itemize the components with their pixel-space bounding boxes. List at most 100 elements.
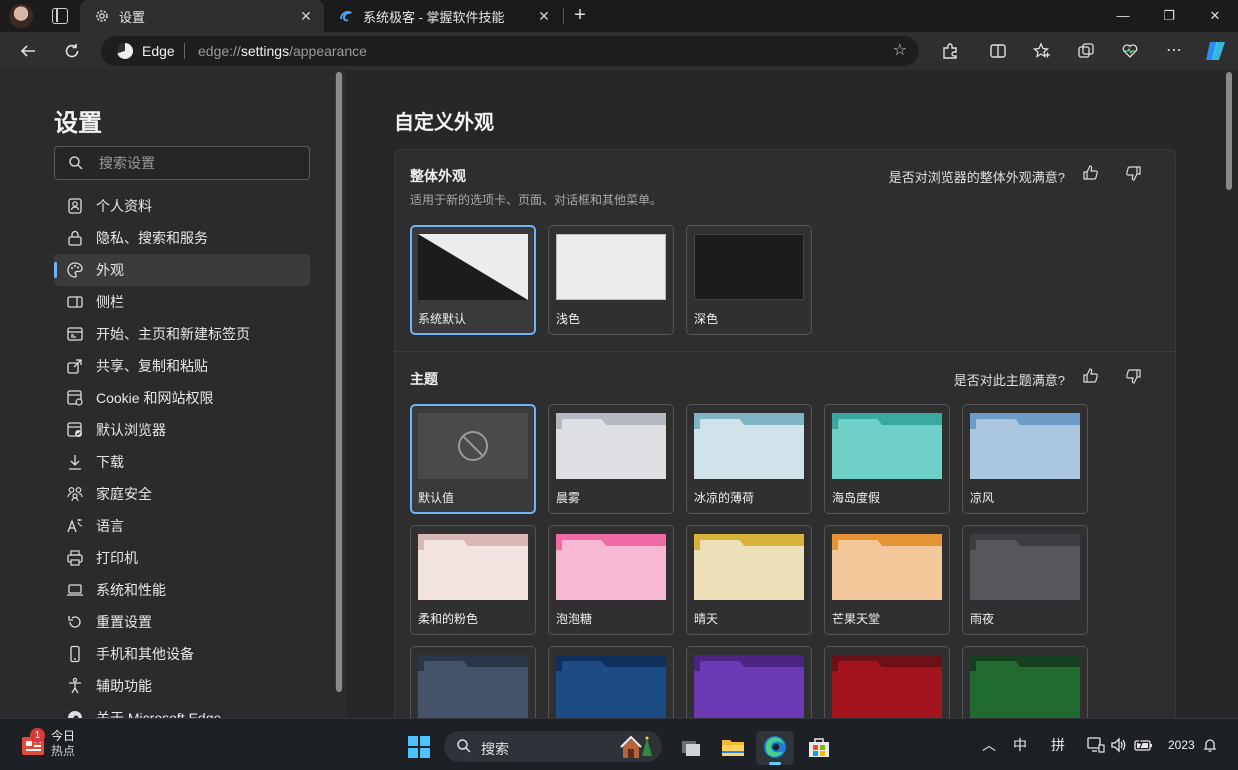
thumbs-up-icon[interactable] <box>1081 163 1101 183</box>
collections-button[interactable] <box>1071 36 1101 66</box>
edge-taskbar-button[interactable] <box>756 731 794 765</box>
site-favicon-icon <box>340 10 352 22</box>
sidebar-item-accessibility[interactable]: 辅助功能 <box>54 670 310 702</box>
sidebar-item-lock[interactable]: 隐私、搜索和服务 <box>54 222 310 254</box>
search-highlight-icon <box>620 735 652 758</box>
theme-option[interactable]: 芒果天堂 <box>824 525 950 635</box>
display-icon[interactable] <box>1087 737 1105 753</box>
back-button[interactable] <box>13 36 43 66</box>
sidebar-item-language[interactable]: 语言 <box>54 510 310 542</box>
more-menu-button[interactable]: ⋯ <box>1159 36 1189 66</box>
sidebar-item-family[interactable]: 家庭安全 <box>54 478 310 510</box>
appearance-option-system[interactable]: 系统默认 <box>410 225 536 335</box>
sidebar-item-browser[interactable]: 默认浏览器 <box>54 414 310 446</box>
sidebar-item-palette[interactable]: 外观 <box>54 254 310 286</box>
theme-option[interactable]: 海岛度假 <box>824 404 950 514</box>
sidebar-item-home[interactable]: 开始、主页和新建标签页 <box>54 318 310 350</box>
site-name: Edge <box>142 43 175 59</box>
theme-option[interactable] <box>410 646 536 718</box>
sidebar-scrollbar[interactable] <box>335 72 343 692</box>
copilot-button[interactable] <box>1201 36 1231 66</box>
theme-option-label: 雨夜 <box>970 612 995 626</box>
theme-option-label: 柔和的粉色 <box>418 612 479 626</box>
sidebar-item-label: 开始、主页和新建标签页 <box>96 326 250 342</box>
heart-pulse-icon <box>1122 44 1138 58</box>
sidebar-item-printer[interactable]: 打印机 <box>54 542 310 574</box>
sidebar-item-download[interactable]: 下载 <box>54 446 310 478</box>
favorite-star-icon[interactable]: ☆ <box>893 40 907 60</box>
theme-option[interactable] <box>548 646 674 718</box>
chevron-up-icon[interactable]: ︿ <box>982 735 996 755</box>
volume-icon[interactable] <box>1110 737 1128 753</box>
new-tab-button[interactable]: + <box>570 4 590 28</box>
ime-mode[interactable]: 中 <box>1013 735 1027 755</box>
close-window-button[interactable]: ✕ <box>1192 0 1238 32</box>
sidebar-item-label: 下载 <box>96 454 124 470</box>
theme-option-label: 泡泡糖 <box>556 612 593 626</box>
sidebar-item-edge[interactable]: 关于 Microsoft Edge <box>54 702 310 718</box>
tab-site[interactable]: 系统极客 - 掌握软件技能 ✕ <box>324 0 562 32</box>
refresh-button[interactable] <box>57 36 87 66</box>
tab-actions-icon[interactable] <box>52 8 68 24</box>
ime-input[interactable]: 拼 <box>1051 735 1065 755</box>
site-permissions-icon <box>67 390 83 406</box>
sidebar-item-label: 家庭安全 <box>96 486 152 502</box>
theme-option[interactable] <box>824 646 950 718</box>
appearance-option-dark[interactable]: 深色 <box>686 225 812 335</box>
sidebar-item-profile[interactable]: 个人资料 <box>54 190 310 222</box>
thumbs-up-icon[interactable] <box>1081 366 1101 386</box>
battery-icon[interactable] <box>1134 737 1154 753</box>
search-input[interactable] <box>99 152 299 174</box>
page-scrollbar[interactable] <box>1226 70 1234 718</box>
favorites-button[interactable] <box>1027 36 1057 66</box>
appearance-option-light[interactable]: 浅色 <box>548 225 674 335</box>
file-explorer-button[interactable] <box>714 731 752 765</box>
minimize-button[interactable]: — <box>1100 0 1146 32</box>
sidebar-item-share[interactable]: 共享、复制和粘贴 <box>54 350 310 382</box>
news-subtitle: 热点 <box>51 744 76 758</box>
performance-button[interactable] <box>1115 36 1145 66</box>
sidebar-item-label: 个人资料 <box>96 198 152 214</box>
theme-option-label: 芒果天堂 <box>832 612 881 626</box>
theme-option[interactable] <box>962 646 1088 718</box>
close-tab-button[interactable]: ✕ <box>536 8 552 24</box>
restore-button[interactable]: ❐ <box>1146 0 1192 32</box>
clock[interactable]: 2023 <box>1168 738 1195 752</box>
sidebar-item-site-permissions[interactable]: Cookie 和网站权限 <box>54 382 310 414</box>
thumbs-down-icon[interactable] <box>1123 366 1143 386</box>
sidebar-item-reset[interactable]: 重置设置 <box>54 606 310 638</box>
sidebar-item-label: 手机和其他设备 <box>96 646 194 662</box>
theme-option[interactable]: 泡泡糖 <box>548 525 674 635</box>
sidebar-item-phone[interactable]: 手机和其他设备 <box>54 638 310 670</box>
share-icon <box>67 359 82 374</box>
task-view-button[interactable] <box>672 731 710 765</box>
favorites-icon <box>1032 42 1050 58</box>
sidebar-item-sidebar[interactable]: 侧栏 <box>54 286 310 318</box>
theme-option[interactable]: 凉风 <box>962 404 1088 514</box>
taskbar-search[interactable]: 搜索 <box>444 731 662 762</box>
news-widget[interactable]: 今日 热点 <box>51 729 75 759</box>
profile-avatar[interactable] <box>9 4 33 28</box>
bell-icon[interactable] <box>1202 737 1218 753</box>
windows-start-icon[interactable] <box>408 736 430 758</box>
split-screen-button[interactable] <box>983 36 1013 66</box>
theme-option-label: 海岛度假 <box>832 491 881 505</box>
theme-option[interactable]: 晴天 <box>686 525 812 635</box>
tab-title: 系统极客 - 掌握软件技能 <box>363 9 505 25</box>
settings-sidebar: 设置 个人资料隐私、搜索和服务外观侧栏开始、主页和新建标签页共享、复制和粘贴 Co… <box>0 70 346 718</box>
theme-option[interactable]: 冰凉的薄荷 <box>686 404 812 514</box>
settings-search[interactable] <box>54 146 310 180</box>
theme-option[interactable]: 默认值 <box>410 404 536 514</box>
tab-settings[interactable]: 设置 ✕ <box>80 0 324 32</box>
theme-option[interactable]: 柔和的粉色 <box>410 525 536 635</box>
thumbs-down-icon[interactable] <box>1123 163 1143 183</box>
extensions-button[interactable] <box>935 36 965 66</box>
sidebar-item-laptop[interactable]: 系统和性能 <box>54 574 310 606</box>
theme-option[interactable] <box>686 646 812 718</box>
address-bar[interactable]: Edge edge://settings/appearance ☆ <box>101 36 919 66</box>
store-button[interactable] <box>800 731 838 765</box>
family-icon <box>67 487 83 502</box>
close-tab-button[interactable]: ✕ <box>298 8 314 24</box>
theme-option[interactable]: 晨雾 <box>548 404 674 514</box>
theme-option[interactable]: 雨夜 <box>962 525 1088 635</box>
